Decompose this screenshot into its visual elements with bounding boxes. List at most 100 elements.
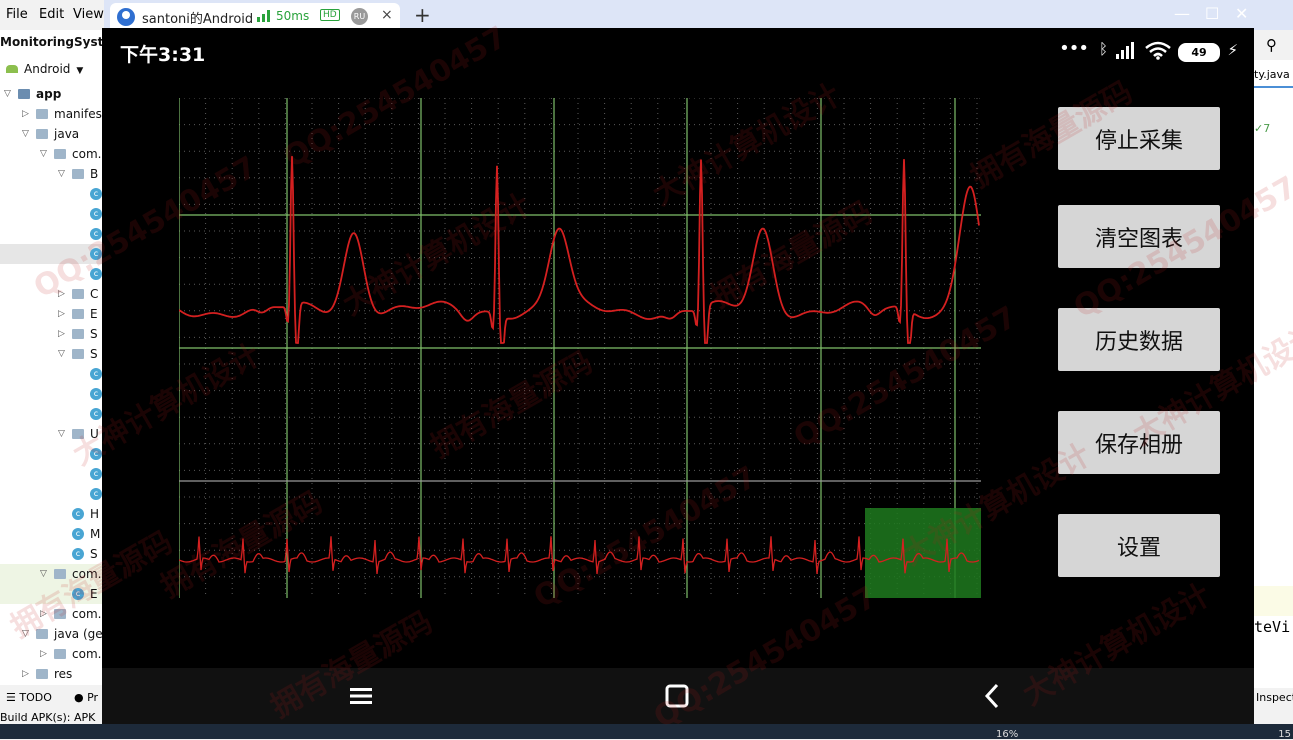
editor-tab-underline	[1254, 86, 1293, 88]
tree-row[interactable]: ▽ app	[0, 84, 104, 104]
close-icon[interactable]: ×	[381, 7, 393, 23]
tree-label: E	[90, 587, 98, 601]
view-selector-label: Android	[24, 62, 71, 76]
chevron-down-icon[interactable]: ▽	[58, 164, 65, 184]
class-icon: c	[72, 508, 84, 520]
tree-label: res	[54, 667, 73, 681]
user-avatar-icon	[117, 8, 135, 26]
status-icons: ••• ᛒ 49 ⚡	[1040, 38, 1240, 62]
folder-icon	[72, 309, 84, 319]
tree-label: app	[36, 87, 62, 101]
chevron-down-icon[interactable]: ▽	[40, 564, 47, 584]
charging-icon: ⚡	[1227, 41, 1238, 59]
tree-label: S	[90, 547, 98, 561]
tree-label: com.	[72, 567, 102, 581]
new-tab-button[interactable]: +	[414, 3, 431, 27]
editor-tab[interactable]: ty.java	[1254, 68, 1290, 81]
chevron-right-icon[interactable]: ▷	[40, 644, 47, 664]
search-icon[interactable]: ⚲	[1254, 30, 1293, 60]
tree-row[interactable]: ▷ com.	[0, 644, 104, 664]
chevron-down-icon[interactable]: ▽	[22, 624, 29, 644]
chevron-down-icon[interactable]: ▽	[22, 124, 29, 144]
folder-icon	[54, 569, 66, 579]
chevron-right-icon[interactable]: ▷	[58, 324, 65, 344]
tree-row[interactable]: ▽ com.	[0, 144, 104, 164]
save-album-button[interactable]: 保存相册	[1058, 411, 1220, 474]
tree-row[interactable]: ▷ C	[0, 284, 104, 304]
tree-row[interactable]: c	[0, 244, 104, 264]
ecg-main-trace	[179, 156, 980, 344]
menu-edit[interactable]: Edit	[39, 7, 64, 22]
menu-view[interactable]: View	[73, 7, 104, 22]
class-icon: c	[90, 188, 102, 200]
class-icon: c	[90, 248, 102, 260]
tree-label: com.	[72, 647, 102, 661]
view-selector[interactable]: Android ▼	[0, 62, 104, 76]
tree-row[interactable]: ▽ java	[0, 124, 104, 144]
chevron-down-icon[interactable]: ▽	[58, 344, 65, 364]
ecg-chart	[179, 98, 981, 598]
chevron-right-icon[interactable]: ▷	[22, 104, 29, 124]
clear-chart-button[interactable]: 清空图表	[1058, 205, 1220, 268]
maximize-icon[interactable]: ☐	[1205, 4, 1219, 23]
class-icon: c	[90, 408, 102, 420]
tree-row[interactable]: ▷ E	[0, 304, 104, 324]
chevron-down-icon[interactable]: ▽	[58, 424, 65, 444]
project-title: MonitoringSyste	[0, 35, 112, 49]
windows-taskbar: 16% 15	[0, 724, 1293, 740]
back-icon[interactable]	[973, 680, 1013, 712]
tab-santoni-android[interactable]: santoni的Android 50ms HD RU ×	[110, 3, 400, 30]
stop-collect-button[interactable]: 停止采集	[1058, 107, 1220, 170]
tree-row[interactable]: c	[0, 224, 104, 244]
tree-row[interactable]: ▽ B	[0, 164, 104, 184]
chevron-down-icon[interactable]: ▽	[4, 84, 11, 104]
tree-row[interactable]: c	[0, 204, 104, 224]
bottom-tab-todo[interactable]: ☰ TODO	[6, 691, 52, 704]
tree-row[interactable]: c	[0, 464, 104, 484]
tree-row[interactable]: c	[0, 184, 104, 204]
bottom-tab-problems[interactable]: ● Pr	[74, 691, 98, 704]
tree-row[interactable]: cM	[0, 524, 104, 544]
build-status: Build APK(s): APK	[0, 711, 96, 724]
tree-row[interactable]: ▷ manifes	[0, 104, 104, 124]
menu-file[interactable]: File	[6, 7, 28, 22]
class-icon: c	[90, 228, 102, 240]
tree-row[interactable]: c	[0, 364, 104, 384]
chevron-down-icon: ▼	[76, 66, 84, 76]
tree-row[interactable]: ▽ com.	[0, 564, 104, 584]
tree-row[interactable]: c	[0, 444, 104, 464]
history-data-button[interactable]: 历史数据	[1058, 308, 1220, 371]
minimize-icon[interactable]: —	[1174, 4, 1190, 23]
bluetooth-icon: ᛒ	[1098, 40, 1108, 58]
tree-row[interactable]: c	[0, 404, 104, 424]
tree-row[interactable]: ▽ java (ge	[0, 624, 104, 644]
tree-row[interactable]: ▽ U	[0, 424, 104, 444]
window-close-icon[interactable]: ✕	[1235, 4, 1248, 23]
tab-title: santoni的Android	[142, 12, 254, 27]
tree-row[interactable]: cE	[0, 584, 104, 604]
taskbar-clock: 15	[1278, 729, 1291, 740]
tree-row[interactable]: cS	[0, 544, 104, 564]
tree-row[interactable]: ▷ res	[0, 664, 104, 684]
tree-row[interactable]: c	[0, 264, 104, 284]
chevron-right-icon[interactable]: ▷	[58, 284, 65, 304]
class-icon: c	[72, 588, 84, 600]
tree-label: manifes	[54, 107, 102, 121]
tree-row[interactable]: c	[0, 484, 104, 504]
chevron-down-icon[interactable]: ▽	[40, 144, 47, 164]
chevron-right-icon[interactable]: ▷	[22, 664, 29, 684]
folder-icon	[36, 129, 48, 139]
tree-row[interactable]: ▷ com.	[0, 604, 104, 624]
home-icon[interactable]	[657, 680, 697, 712]
chevron-right-icon[interactable]: ▷	[58, 304, 65, 324]
tree-label: com.	[72, 607, 102, 621]
chevron-right-icon[interactable]: ▷	[40, 604, 47, 624]
settings-button[interactable]: 设置	[1058, 514, 1220, 577]
menu-icon[interactable]	[341, 680, 381, 712]
tree-row[interactable]: ▽ S	[0, 344, 104, 364]
tree-row[interactable]: cH	[0, 504, 104, 524]
tree-row[interactable]: ▷ S	[0, 324, 104, 344]
hd-badge: HD	[320, 9, 340, 21]
folder-icon	[72, 169, 84, 179]
tree-row[interactable]: c	[0, 384, 104, 404]
